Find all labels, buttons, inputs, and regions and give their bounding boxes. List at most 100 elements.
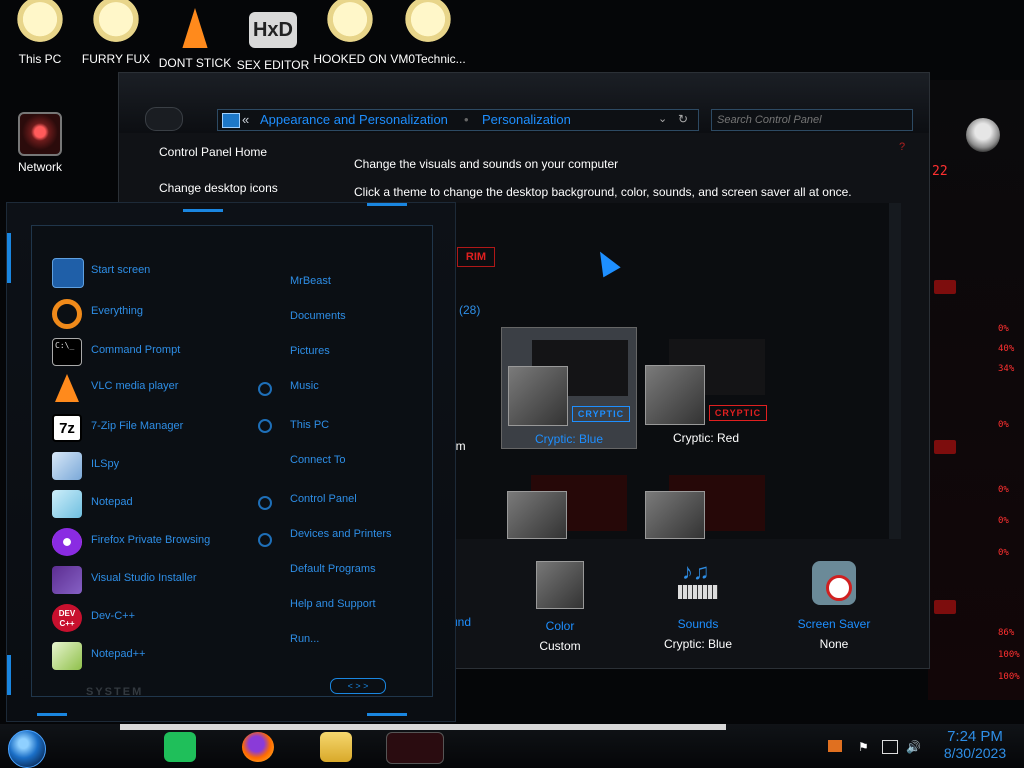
pinned-firefox-private[interactable]: Firefox Private Browsing xyxy=(52,526,272,556)
option-screen-saver[interactable]: Screen Saver None xyxy=(779,559,889,651)
vlc-cone-icon xyxy=(182,8,208,48)
ilspy-icon xyxy=(52,452,82,480)
pinned-label: Everything xyxy=(91,305,143,317)
rail-top-text: 22 xyxy=(932,164,948,179)
pinned-ilspy[interactable]: ILSpy xyxy=(52,450,272,480)
control-panel-taskbar-icon[interactable] xyxy=(386,732,444,764)
sounds-icon: ♪♫ xyxy=(674,559,722,607)
rail-stat: 34% xyxy=(998,364,1015,374)
theme-gallery-scrollbar[interactable] xyxy=(889,203,901,539)
notes-app-icon[interactable] xyxy=(164,732,196,762)
pinned-vlc[interactable]: VLC media player xyxy=(52,372,272,402)
search-input[interactable] xyxy=(712,111,912,129)
breadcrumb-personalization[interactable]: Personalization xyxy=(482,112,571,127)
place-mrbeast[interactable]: MrBeast xyxy=(290,275,331,287)
link-control-panel-home[interactable]: Control Panel Home xyxy=(159,145,321,159)
theme-count: (28) xyxy=(459,303,481,317)
rail-stat: 40% xyxy=(998,344,1015,354)
file-explorer-icon[interactable] xyxy=(320,732,352,762)
place-help-support[interactable]: Help and Support xyxy=(290,598,376,610)
theme-tag: CRYPTIC xyxy=(572,406,630,422)
desktop-icon-sex-editor[interactable]: HxD SEX EDITOR xyxy=(235,12,311,72)
option-sounds[interactable]: ♪♫ Sounds Cryptic: Blue xyxy=(643,559,753,651)
place-bullet-icon xyxy=(258,496,272,510)
help-icon[interactable]: ? xyxy=(899,141,905,153)
partial-theme-tag: RIM xyxy=(457,247,495,267)
address-bar[interactable]: « Appearance and Personalization • Perso… xyxy=(217,109,699,131)
theme-tile-cryptic-blue[interactable]: CRYPTIC Cryptic: Blue xyxy=(501,327,637,449)
devcpp-icon: DEV C++ xyxy=(52,604,82,632)
refresh-icon[interactable]: ↻ xyxy=(678,112,688,126)
pinned-visual-studio-installer[interactable]: Visual Studio Installer xyxy=(52,564,272,594)
desktop-icon-dont-stick[interactable]: DONT STICK xyxy=(157,8,233,70)
cmd-icon: C:\_ xyxy=(52,338,82,366)
pinned-label: Notepad xyxy=(91,496,133,508)
desktop-icon-network[interactable]: Network xyxy=(2,112,78,174)
nav-back-glyph: « xyxy=(242,112,250,127)
start-screen-icon xyxy=(52,258,84,288)
theme-caption: Cryptic: Blue xyxy=(534,432,604,446)
place-devices-printers[interactable]: Devices and Printers xyxy=(290,528,392,540)
search-box[interactable] xyxy=(711,109,913,131)
place-bullet-icon xyxy=(258,533,272,547)
rail-stat: 100% xyxy=(998,650,1020,660)
option-color[interactable]: Color Custom xyxy=(505,559,615,653)
option-value: Custom xyxy=(539,639,581,653)
pinned-label: Notepad++ xyxy=(91,648,146,660)
option-title: Color xyxy=(545,619,575,633)
start-button[interactable] xyxy=(8,730,46,768)
page-title: Change the visuals and sounds on your co… xyxy=(354,157,619,171)
pinned-everything[interactable]: Everything xyxy=(52,297,272,329)
chevron-down-icon[interactable]: ⌄ xyxy=(658,112,667,125)
pinned-start-screen[interactable]: Start screen xyxy=(52,256,272,288)
alienware-gadget-rail: 22 0% 40% 34% 0% 0% 0% 0% 86% 100% 100% xyxy=(928,80,1024,700)
network-tray-icon[interactable] xyxy=(882,740,898,754)
pinned-command-prompt[interactable]: C:\_ Command Prompt xyxy=(52,336,272,366)
desktop-icon-vm0technic[interactable]: VM0Technic... xyxy=(390,0,466,66)
theme-color-swatch xyxy=(507,491,567,539)
back-button[interactable] xyxy=(145,107,183,131)
taskbar-clock[interactable]: 7:24 PM 8/30/2023 xyxy=(930,728,1020,761)
option-title: Screen Saver xyxy=(797,617,871,631)
place-this-pc[interactable]: This PC xyxy=(290,419,329,431)
firefox-icon[interactable] xyxy=(242,732,274,762)
option-value: Cryptic: Blue xyxy=(663,637,733,651)
pinned-devcpp[interactable]: DEV C++ Dev-C++ xyxy=(52,602,272,632)
volume-icon[interactable]: 🔊 xyxy=(906,740,921,754)
pinned-notepad[interactable]: Notepad xyxy=(52,488,272,518)
desktop-icon-this-pc[interactable]: This PC xyxy=(2,0,78,66)
place-control-panel[interactable]: Control Panel xyxy=(290,493,357,505)
flag-icon[interactable]: ⚑ xyxy=(858,740,872,754)
clock-time: 7:24 PM xyxy=(947,728,1003,745)
theme-tile[interactable] xyxy=(501,463,635,539)
start-menu-pager[interactable]: < > > xyxy=(330,678,386,694)
network-icon xyxy=(18,112,62,156)
place-pictures[interactable]: Pictures xyxy=(290,345,330,357)
visual-studio-icon xyxy=(52,566,82,594)
theme-color-swatch xyxy=(645,491,705,539)
pinned-notepadpp[interactable]: Notepad++ xyxy=(52,640,272,670)
desktop-icon-label: SEX EDITOR xyxy=(236,58,310,72)
firefox-private-icon xyxy=(52,528,82,556)
link-change-desktop-icons[interactable]: Change desktop icons xyxy=(159,181,321,195)
place-documents[interactable]: Documents xyxy=(290,310,346,322)
place-default-programs[interactable]: Default Programs xyxy=(290,563,376,575)
rail-stat: 86% xyxy=(998,628,1015,638)
tray-app-icon[interactable] xyxy=(828,740,842,752)
cartoon-face-icon xyxy=(326,0,374,48)
rail-stat: 0% xyxy=(998,548,1009,558)
screen-saver-icon xyxy=(812,561,856,605)
place-music[interactable]: Music xyxy=(290,380,319,392)
pinned-label: Dev-C++ xyxy=(91,610,136,622)
computer-icon xyxy=(222,113,240,128)
theme-tile[interactable] xyxy=(639,463,773,539)
desktop-icon-furry-fux[interactable]: FURRY FUX xyxy=(78,0,154,66)
place-run[interactable]: Run... xyxy=(290,633,319,645)
desktop-icon-label: This PC xyxy=(18,52,62,66)
desktop-icon-label: Network xyxy=(17,160,62,174)
desktop-icon-hooked-on[interactable]: HOOKED ON xyxy=(312,0,388,66)
place-connect-to[interactable]: Connect To xyxy=(290,454,345,466)
breadcrumb-appearance[interactable]: Appearance and Personalization xyxy=(260,112,448,127)
theme-tile-cryptic-red[interactable]: CRYPTIC Cryptic: Red xyxy=(639,327,773,447)
pinned-7zip[interactable]: 7z 7-Zip File Manager xyxy=(52,412,272,442)
